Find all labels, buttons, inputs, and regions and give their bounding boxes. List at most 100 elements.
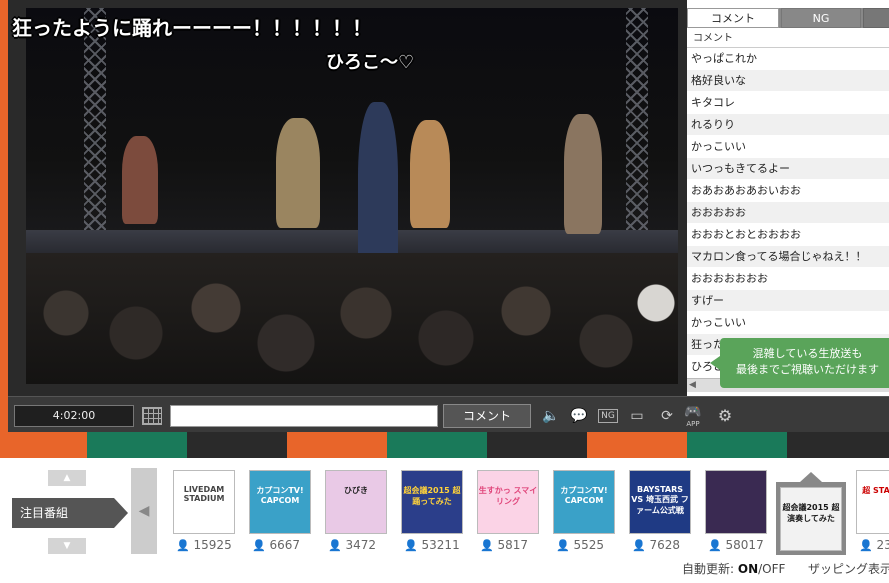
reload-icon[interactable]: ⟳	[656, 406, 678, 426]
band-segment	[787, 432, 889, 458]
audience-crowd	[26, 253, 678, 384]
tab-comment[interactable]: コメント	[687, 8, 779, 28]
comment-submit-button[interactable]: コメント	[443, 404, 531, 428]
viewer-count: 👤 5817	[480, 538, 528, 552]
viewer-count-value: 15925	[193, 538, 232, 552]
person-icon: 👤	[328, 539, 342, 552]
program-thumbnail[interactable]: カプコンTV! CAPCOM	[553, 470, 615, 534]
volume-icon[interactable]: 🔈	[540, 406, 562, 426]
program-thumbnail[interactable]: 生すかっ スマイリング	[477, 470, 539, 534]
comment-row[interactable]: キタコレ	[687, 92, 889, 114]
comment-row[interactable]: れるりり	[687, 114, 889, 136]
overlay-comment-main: 狂ったように踊れーーーー！！！！！！	[12, 16, 372, 40]
band-segment	[287, 432, 387, 458]
viewer-count-value: 5817	[497, 538, 529, 552]
screen-size-icon[interactable]: ▭	[626, 406, 648, 426]
program-title: 超会議2015 超演奏してみた	[782, 503, 840, 523]
stage-truss	[626, 8, 648, 248]
comment-panel: コメント NG コメント やっぱこれか 格好良いな キタコレ れるりり かっこい…	[684, 0, 889, 396]
comment-row[interactable]: おおおおお	[687, 202, 889, 224]
stage-truss	[84, 8, 106, 248]
performer-figure	[564, 114, 602, 234]
program-thumbnail[interactable]: BAYSTARS VS 埼玉西武 ファーム公式戦	[629, 470, 691, 534]
program-thumbnail[interactable]: カプコンTV! CAPCOM	[249, 470, 311, 534]
scroll-left-icon[interactable]: ◀	[689, 380, 696, 390]
tab-extra[interactable]	[863, 8, 889, 28]
viewer-count: 👤 3472	[328, 538, 376, 552]
player-control-bar: 4:02:00 コメント 🔈 💬 NG ▭ ⟳ 🎮 APP ⚙	[8, 396, 889, 432]
band-segment	[0, 432, 87, 458]
band-segment	[387, 432, 487, 458]
comment-row[interactable]: マカロン食ってる場合じゃねえ！！	[687, 246, 889, 268]
comment-input[interactable]	[170, 405, 438, 427]
person-icon: 👤	[859, 539, 873, 552]
band-segment	[87, 432, 187, 458]
person-icon: 👤	[176, 539, 190, 552]
viewer-count: 👤 7628	[632, 538, 680, 552]
auto-update-off[interactable]: /OFF	[758, 562, 785, 576]
program-thumbnail[interactable]: LIVEDAM STADIUM	[173, 470, 235, 534]
program-thumbnail[interactable]: ひびき	[325, 470, 387, 534]
settings-icon[interactable]: ⚙	[714, 406, 736, 426]
viewer-count-value: 23	[876, 538, 889, 552]
viewer-count-value: 6667	[269, 538, 301, 552]
program-thumbnail[interactable]: 超会議2015 超踊ってみた	[401, 470, 463, 534]
person-icon: 👤	[632, 539, 646, 552]
featured-label[interactable]: 注目番組	[12, 498, 128, 528]
viewer-count-value: 53211	[421, 538, 460, 552]
color-band	[0, 432, 889, 458]
comment-row[interactable]: 格好良いな	[687, 70, 889, 92]
person-icon: 👤	[708, 539, 722, 552]
viewer-count-value: 5525	[573, 538, 605, 552]
comment-row[interactable]: おおおとおとおおおお	[687, 224, 889, 246]
comment-row[interactable]: いつっもきてるよー	[687, 158, 889, 180]
comment-bubble-icon[interactable]: 💬	[568, 406, 590, 426]
gamepad-app-icon[interactable]: 🎮 APP	[682, 405, 704, 428]
program-title: カプコンTV! CAPCOM	[560, 486, 608, 505]
viewer-count-value: 7628	[649, 538, 681, 552]
viewer-count: 👤 23	[859, 538, 889, 552]
band-segment	[187, 432, 287, 458]
tab-ng[interactable]: NG	[781, 8, 861, 28]
performer-figure	[122, 136, 158, 224]
performer-figure	[410, 120, 450, 228]
comment-list[interactable]: やっぱこれか 格好良いな キタコレ れるりり かっこいい いつっもきてるよー お…	[687, 48, 889, 378]
scroll-up-button[interactable]: ▲	[48, 470, 86, 486]
program-title: 超会議2015 超踊ってみた	[403, 486, 461, 506]
grid-icon[interactable]	[142, 407, 162, 425]
person-icon: 👤	[404, 539, 418, 552]
band-segment	[587, 432, 687, 458]
program-thumbnail-selected[interactable]: 超会議2015 超演奏してみた	[780, 487, 842, 551]
auto-update-on[interactable]: ON	[738, 562, 758, 576]
overlay-comment-sub: ひろこ～♡	[326, 52, 415, 73]
band-segment	[487, 432, 587, 458]
comment-row[interactable]: おあおあおあおいおお	[687, 180, 889, 202]
program-title: LIVEDAM STADIUM	[183, 485, 225, 503]
comment-row[interactable]: かっこいい	[687, 312, 889, 334]
viewer-count: 👤 5525	[556, 538, 604, 552]
prev-programs-button[interactable]: ◀	[131, 468, 157, 554]
popup-line-2: 最後までご視聴いただけます	[736, 363, 879, 376]
comment-row[interactable]: すげー	[687, 290, 889, 312]
auto-update-toggle[interactable]: 自動更新: ON/OFF	[682, 560, 785, 577]
person-icon: 👤	[252, 539, 266, 552]
program-title: 生すかっ スマイリング	[478, 486, 538, 506]
scroll-down-button[interactable]: ▼	[48, 538, 86, 554]
person-icon: 👤	[556, 539, 570, 552]
program-thumbnail[interactable]	[705, 470, 767, 534]
comment-column-header[interactable]: コメント	[687, 30, 889, 48]
band-segment	[687, 432, 787, 458]
viewer-count: 👤 15925	[176, 538, 232, 552]
elapsed-time: 4:02:00	[14, 405, 134, 427]
program-title: ひびき	[344, 486, 368, 495]
ng-icon[interactable]: NG	[598, 409, 618, 423]
comment-row[interactable]: かっこいい	[687, 136, 889, 158]
comment-row[interactable]: おおおおおおお	[687, 268, 889, 290]
zapping-display-link[interactable]: ザッピング表示	[808, 560, 889, 577]
program-thumbnail[interactable]: 超 STA	[856, 470, 889, 534]
person-icon: 👤	[480, 539, 494, 552]
program-title: カプコンTV! CAPCOM	[256, 486, 304, 505]
comment-row[interactable]: やっぱこれか	[687, 48, 889, 70]
auto-update-label: 自動更新:	[682, 562, 735, 576]
app-root: 狂ったように踊れーーーー！！！！！！ ひろこ～♡ コメント NG コメント やっ…	[0, 0, 889, 583]
